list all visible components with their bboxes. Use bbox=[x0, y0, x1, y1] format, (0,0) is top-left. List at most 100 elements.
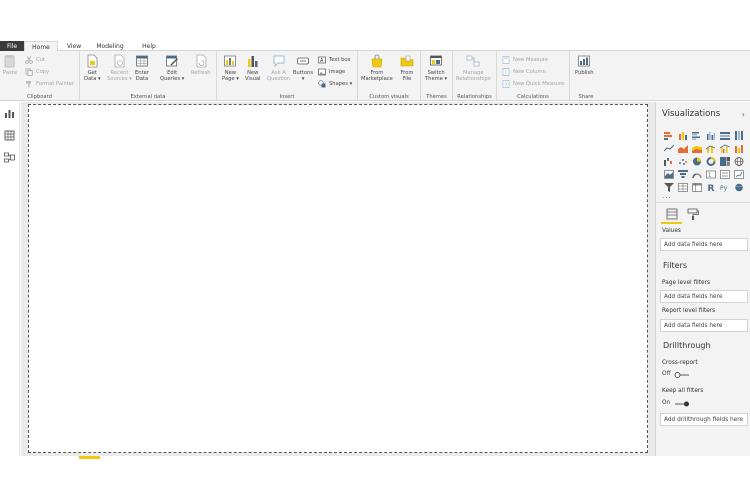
image-label: Image bbox=[329, 69, 346, 75]
buttons-button[interactable]: Buttons ▾ bbox=[293, 54, 313, 82]
page-tab-active[interactable] bbox=[79, 456, 100, 459]
refresh-label: Refresh bbox=[191, 70, 211, 76]
line-and-column-chart-icon[interactable] bbox=[704, 142, 718, 155]
refresh-button[interactable]: Refresh bbox=[191, 54, 211, 76]
shapes-button[interactable]: Shapes ▾ bbox=[318, 80, 352, 88]
page-filters-drop-zone[interactable]: Add data fields here bbox=[660, 290, 748, 303]
fields-well-icon[interactable] bbox=[665, 207, 679, 221]
report-view-icon[interactable] bbox=[4, 108, 15, 119]
data-view-icon[interactable] bbox=[4, 130, 15, 141]
get-data-label-2: Data ▾ bbox=[84, 76, 101, 82]
copy-label: Copy bbox=[36, 69, 50, 75]
calculator-icon bbox=[502, 56, 510, 64]
map-icon[interactable] bbox=[732, 155, 746, 168]
stacked-area-chart-icon[interactable] bbox=[690, 142, 704, 155]
globe-visual-icon[interactable] bbox=[732, 181, 746, 194]
publish-icon bbox=[578, 55, 591, 67]
waterfall-chart-icon[interactable] bbox=[662, 155, 676, 168]
ribbon-group-calculations: New Measure New Column New Quick Measure… bbox=[497, 51, 570, 101]
kpi-icon[interactable] bbox=[732, 168, 746, 181]
recent-sources-button[interactable]: Recent Sources ▾ bbox=[107, 54, 132, 82]
scatter-chart-icon[interactable] bbox=[676, 155, 690, 168]
stacked-bar-chart-icon[interactable] bbox=[662, 129, 676, 142]
funnel-icon[interactable] bbox=[676, 168, 690, 181]
switch-theme-label-2: Theme ▾ bbox=[425, 76, 448, 82]
line-chart-icon[interactable] bbox=[662, 142, 676, 155]
new-quick-measure-button[interactable]: New Quick Measure bbox=[502, 80, 564, 88]
pie-chart-icon[interactable] bbox=[690, 155, 704, 168]
image-button[interactable]: Image bbox=[318, 68, 345, 76]
table-visual-icon[interactable] bbox=[676, 181, 690, 194]
publish-button[interactable]: Publish bbox=[575, 54, 594, 76]
clipboard-group-label: Clipboard bbox=[27, 94, 52, 100]
copy-button[interactable]: Copy bbox=[25, 68, 49, 76]
new-visual-label-2: Visual bbox=[245, 76, 261, 82]
from-file-button[interactable]: From File bbox=[400, 54, 414, 82]
multi-row-card-icon[interactable] bbox=[718, 168, 732, 181]
recent-sources-label-2: Sources ▾ bbox=[107, 76, 132, 82]
matrix-icon[interactable] bbox=[690, 181, 704, 194]
line-clustered-column-icon[interactable] bbox=[718, 142, 732, 155]
edit-queries-button[interactable]: Edit Queries ▾ bbox=[160, 54, 184, 82]
copy-icon bbox=[25, 68, 33, 76]
tab-view[interactable]: View bbox=[58, 41, 90, 51]
cross-report-toggle[interactable] bbox=[674, 372, 690, 378]
stacked-column-chart-icon[interactable] bbox=[676, 129, 690, 142]
chevron-right-icon[interactable]: › bbox=[742, 110, 745, 119]
donut-chart-icon[interactable] bbox=[704, 155, 718, 168]
clustered-bar-chart-icon[interactable] bbox=[690, 129, 704, 142]
folder-icon bbox=[400, 55, 414, 67]
model-view-icon[interactable] bbox=[4, 152, 15, 163]
100-stacked-bar-icon[interactable] bbox=[718, 129, 732, 142]
theme-icon bbox=[430, 55, 442, 66]
ribbon-group-clipboard: Paste Cut Copy Format Painter Clipboard bbox=[0, 51, 80, 101]
enter-data-label-2: Data bbox=[135, 76, 149, 82]
100-stacked-column-icon[interactable] bbox=[732, 129, 746, 142]
pane-title: Visualizations bbox=[662, 109, 721, 119]
report-canvas[interactable] bbox=[28, 104, 648, 453]
card-icon[interactable]: 1 bbox=[704, 168, 718, 181]
paste-button[interactable]: Paste bbox=[3, 54, 17, 76]
tab-modeling[interactable]: Modeling bbox=[90, 41, 130, 51]
switch-theme-button[interactable]: Switch Theme ▾ bbox=[425, 54, 447, 82]
more-visuals-icon[interactable]: ... bbox=[662, 192, 672, 200]
gauge-icon[interactable] bbox=[690, 168, 704, 181]
new-page-button[interactable]: New Page ▾ bbox=[222, 54, 239, 82]
python-visual-icon[interactable]: Py bbox=[718, 181, 732, 194]
tab-file[interactable]: File bbox=[0, 41, 24, 51]
text-box-button[interactable]: A Text box bbox=[318, 56, 351, 64]
enter-data-button[interactable]: Enter Data bbox=[135, 54, 149, 82]
format-painter-button[interactable]: Format Painter bbox=[25, 80, 74, 88]
drillthrough-drop-zone[interactable]: Add drillthrough fields here bbox=[660, 413, 748, 426]
quick-measure-icon bbox=[502, 80, 510, 88]
filled-map-icon[interactable] bbox=[662, 168, 676, 181]
report-filters-drop-zone[interactable]: Add data fields here bbox=[660, 319, 748, 332]
drillthrough-heading: Drillthrough bbox=[663, 341, 711, 350]
new-measure-label: New Measure bbox=[513, 57, 549, 63]
tab-help[interactable]: Help bbox=[130, 41, 168, 51]
treemap-icon[interactable] bbox=[718, 155, 732, 168]
new-visual-button[interactable]: New Visual bbox=[245, 54, 261, 82]
relationships-icon bbox=[466, 55, 480, 67]
get-data-button[interactable]: Get Data ▾ bbox=[84, 54, 101, 82]
ask-question-button[interactable]: Ask A Question bbox=[267, 54, 290, 82]
paint-roller-icon[interactable] bbox=[686, 207, 700, 221]
values-drop-zone[interactable]: Add data fields here bbox=[660, 238, 748, 251]
svg-text:A: A bbox=[320, 58, 324, 64]
r-visual-icon[interactable]: R bbox=[704, 181, 718, 194]
page-filters-label: Page level filters bbox=[662, 280, 711, 286]
cut-button[interactable]: Cut bbox=[25, 56, 45, 64]
manage-relationships-button[interactable]: Manage Relationships bbox=[456, 54, 491, 82]
ribbon-chart-icon[interactable] bbox=[732, 142, 746, 155]
new-quick-measure-label: New Quick Measure bbox=[513, 81, 565, 87]
clustered-column-chart-icon[interactable] bbox=[704, 129, 718, 142]
new-column-button[interactable]: New Column bbox=[502, 68, 546, 76]
cut-label: Cut bbox=[36, 57, 45, 63]
svg-text:Py: Py bbox=[720, 185, 728, 192]
share-group-label: Share bbox=[578, 94, 594, 100]
area-chart-icon[interactable] bbox=[676, 142, 690, 155]
relationships-group-label: Relationships bbox=[457, 94, 492, 100]
keep-filters-toggle[interactable] bbox=[674, 401, 690, 407]
from-marketplace-button[interactable]: From Marketplace bbox=[361, 54, 393, 82]
new-measure-button[interactable]: New Measure bbox=[502, 56, 548, 64]
